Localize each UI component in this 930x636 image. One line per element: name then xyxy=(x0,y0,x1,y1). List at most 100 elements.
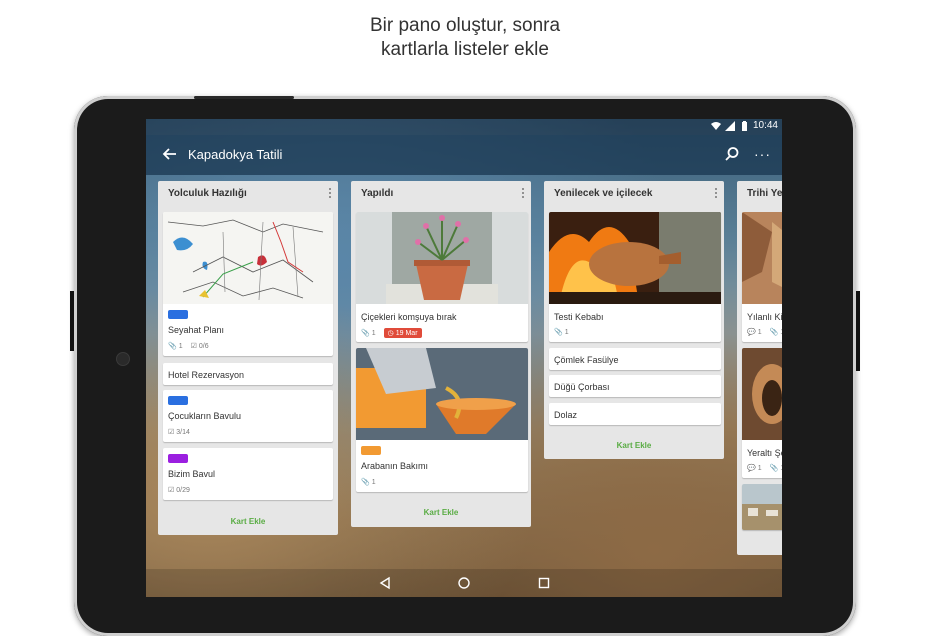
card-title: Dolaz xyxy=(554,410,578,420)
card-title: Düğü Çorbası xyxy=(554,382,610,392)
signal-icon xyxy=(724,120,735,131)
attachment-badge: 📎1 xyxy=(770,464,782,473)
recents-square-icon[interactable] xyxy=(537,576,551,590)
card-seyahat-plani[interactable]: Seyahat Planı 📎 1 ☑ 0/6 xyxy=(163,212,333,356)
landscape-image xyxy=(742,484,782,530)
card-title: Bizim Bavul xyxy=(168,469,216,479)
card-yeralti-sehri[interactable]: Yeraltı Şe 💬1 📎1 xyxy=(742,348,782,478)
search-icon[interactable] xyxy=(724,146,740,162)
list-yenilecek-ve-icilecek: Yenilecek ve içilecek Testi Kebabı 📎 1 Çö… xyxy=(544,181,724,459)
map-image xyxy=(163,212,333,304)
tablet-speaker xyxy=(194,96,294,99)
list-yapildi: Yapıldı Çiçekleri komşuya bırak 📎 1 ◷ 19 M… xyxy=(351,181,531,527)
list-header: Yolculuk Hazılığı xyxy=(158,181,338,207)
attachment-badge: 📎1 xyxy=(361,329,376,338)
card-cocuklarin-bavulu[interactable]: Çocukların Bavulu ☑ 3/14 xyxy=(163,390,333,442)
list-header: Yapıldı xyxy=(351,181,531,207)
checkbox-icon: ☑ xyxy=(168,487,175,494)
paperclip-icon: 📎 xyxy=(168,343,177,350)
attachment-count: 1 xyxy=(780,329,782,336)
card-label xyxy=(361,446,381,455)
comment-badge: 💬 1 xyxy=(747,464,762,473)
arrow-left-icon[interactable] xyxy=(160,144,180,164)
side-button-right xyxy=(856,291,860,371)
oil-can-image xyxy=(356,348,528,440)
card-title: Arabanın Bakımı xyxy=(361,461,429,471)
card-bizim-bavul[interactable]: Bizim Bavul ☑ 0/29 xyxy=(163,448,333,500)
list-title: Yapıldı xyxy=(361,188,394,199)
list-title: Trihi Yer xyxy=(747,188,782,199)
add-card-button[interactable]: Kart Ekle xyxy=(158,517,338,526)
overflow-menu-icon[interactable]: ··· xyxy=(754,145,772,163)
card-comlek-fasulye[interactable]: Çömlek Fasülye xyxy=(549,348,721,370)
attachment-count: 1 xyxy=(564,328,569,336)
attachment-badge: 📎1 xyxy=(361,478,376,487)
paperclip-icon: 📎 xyxy=(361,330,370,337)
card-cicekleri-komsuya-birak[interactable]: Çiçekleri komşuya bırak 📎 1 ◷ 19 Mar xyxy=(356,212,528,342)
checklist-count: 0/6 xyxy=(198,342,209,350)
list-title: Yenilecek ve içilecek xyxy=(554,188,653,199)
clock-icon: ◷ xyxy=(387,330,394,337)
paperclip-icon: 📎 xyxy=(769,329,779,336)
card-label xyxy=(168,310,188,319)
card-title: Testi Kebabı xyxy=(554,312,604,322)
checklist-badge: ☑ 3/14 xyxy=(168,428,190,437)
card-badges: ☑ 3/14 xyxy=(168,428,190,437)
card-testi-kebabi[interactable]: Testi Kebabı 📎 1 xyxy=(549,212,721,342)
attachment-count: 1 xyxy=(371,329,376,337)
app-bar: Kapadokya Tatili ··· xyxy=(146,135,782,175)
fresco-image xyxy=(742,212,782,304)
list-menu-icon[interactable] xyxy=(714,186,718,200)
add-card-button[interactable]: Kart Ekle xyxy=(544,441,724,450)
cave-image xyxy=(742,348,782,440)
card-badges: 💬1 📎1 xyxy=(747,464,782,473)
list-menu-icon[interactable] xyxy=(521,186,525,200)
due-date-badge: ◷ 19 Mar xyxy=(383,328,422,338)
attachment-count: 1 xyxy=(371,478,376,486)
checklist-badge: ☑ 0/6 xyxy=(191,342,209,351)
comment-count: 1 xyxy=(757,328,762,336)
card-badges: 📎 1 xyxy=(554,328,569,337)
card-title: Yeraltı Şe xyxy=(747,448,782,458)
checklist-count: 3/14 xyxy=(176,428,190,436)
add-card-button[interactable]: Kart Ekle xyxy=(351,508,531,517)
camera-icon xyxy=(116,352,130,366)
card-badges: 📎 1 ◷ 19 Mar xyxy=(361,328,422,338)
card-dolaz[interactable]: Dolaz xyxy=(549,403,721,425)
list-yolculuk-haziligi: Yolculuk Hazılığı Seyahat Planı 📎 1 ☑ 0/… xyxy=(158,181,338,535)
card-landscape[interactable] xyxy=(742,484,782,530)
card-hotel-rezervasyon[interactable]: Hotel Rezervasyon xyxy=(163,363,333,385)
flowerpot-image xyxy=(356,212,528,304)
paperclip-icon: 📎 xyxy=(554,329,563,336)
list-title: Yolculuk Hazılığı xyxy=(168,188,247,199)
list-menu-icon[interactable] xyxy=(328,186,332,200)
card-title: Seyahat Planı xyxy=(168,325,225,335)
status-bar: 10:44 xyxy=(146,119,782,135)
card-badges: 📎 1 ☑ 0/6 xyxy=(168,342,209,351)
card-badges: ☑ 0/29 xyxy=(168,486,190,495)
due-date: 19 Mar xyxy=(395,329,418,337)
card-title: Yılanlı Kil xyxy=(747,312,782,322)
attachment-count: 1 xyxy=(178,342,183,350)
list-trihi-yer: Trihi Yer Yılanlı Kil 💬1 📎1 Yeraltı Şe xyxy=(737,181,782,555)
card-badges: 📎 1 xyxy=(361,478,376,487)
clay-pot-image xyxy=(549,212,721,304)
card-dugu-corbasi[interactable]: Düğü Çorbası xyxy=(549,375,721,397)
attachment-badge: 📎1 xyxy=(554,328,569,337)
checklist-badge: ☑ 0/29 xyxy=(168,486,190,495)
card-arabanin-bakimi[interactable]: Arabanın Bakımı 📎 1 xyxy=(356,348,528,492)
card-title: Çocukların Bavulu xyxy=(168,411,242,421)
battery-icon xyxy=(741,120,747,131)
list-header: Trihi Yer xyxy=(737,181,782,207)
card-title: Çömlek Fasülye xyxy=(554,355,619,365)
card-title: Çiçekleri komşuya bırak xyxy=(361,312,457,322)
list-header: Yenilecek ve içilecek xyxy=(544,181,724,207)
card-yilanli-kil[interactable]: Yılanlı Kil 💬1 📎1 xyxy=(742,212,782,342)
home-circle-icon[interactable] xyxy=(457,576,471,590)
attachment-badge: 📎1 xyxy=(769,328,782,337)
card-badges: 💬1 📎1 xyxy=(747,328,782,337)
comment-icon: 💬 xyxy=(747,329,756,336)
board-title: Kapadokya Tatili xyxy=(188,147,283,162)
back-triangle-icon[interactable] xyxy=(378,576,392,590)
checklist-count: 0/29 xyxy=(176,486,190,494)
